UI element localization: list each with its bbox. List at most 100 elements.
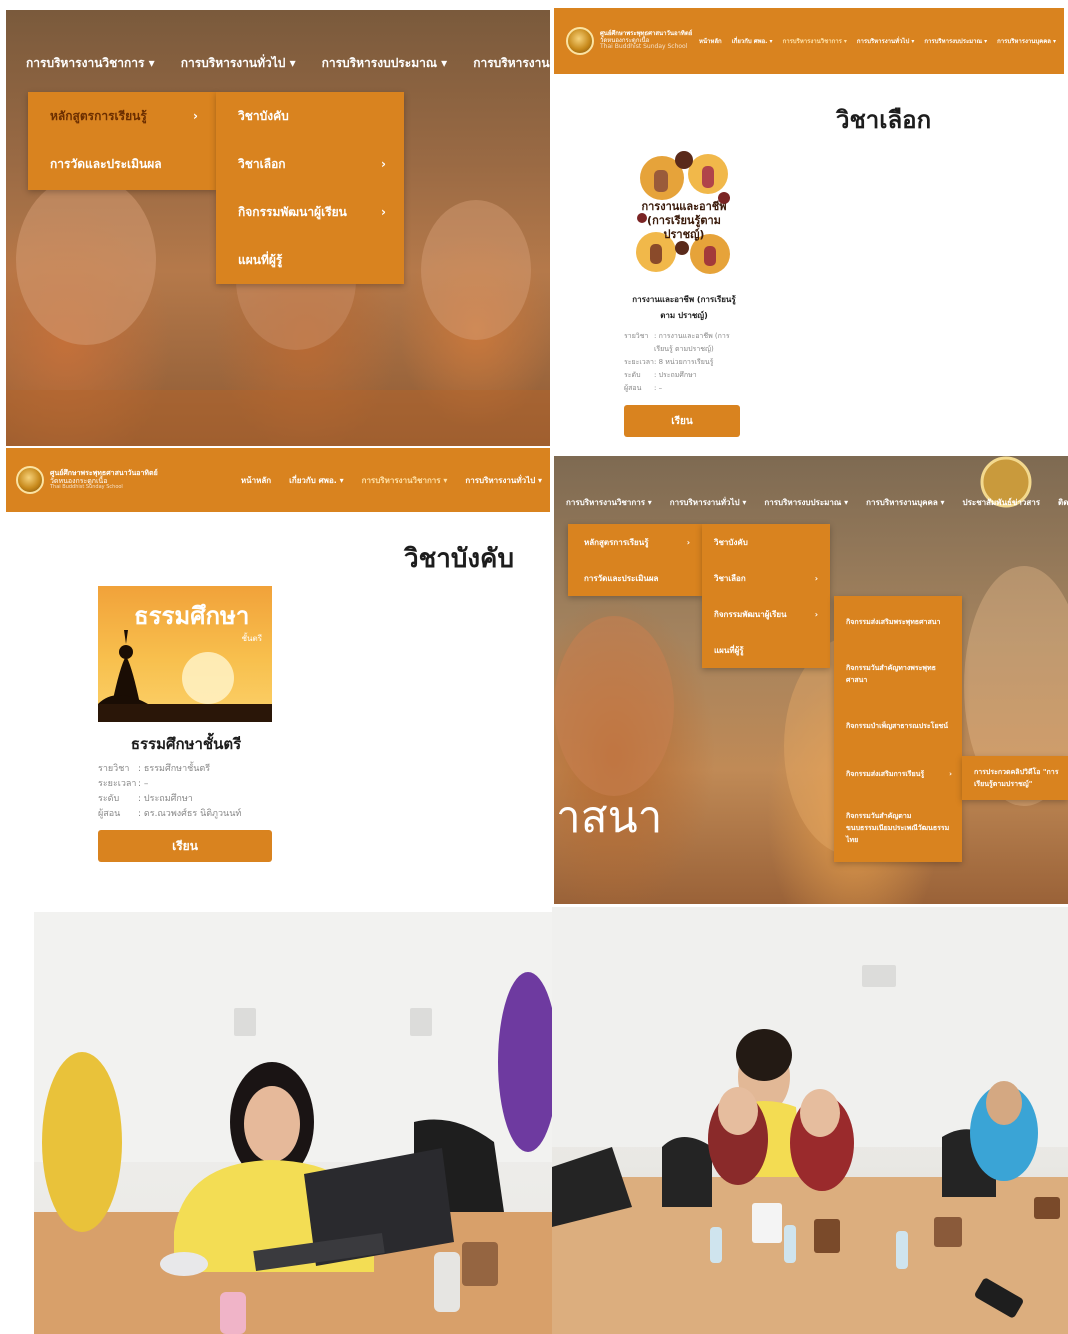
- compulsory-course-page: ศูนย์ศึกษาพระพุทธศาสนาวันอาทิตย์ วัดหนอง…: [6, 448, 550, 903]
- learn-button[interactable]: เรียน: [624, 405, 740, 437]
- menu-item-elective[interactable]: วิชาเลือก ›: [216, 140, 404, 188]
- meta-value: : –: [654, 384, 663, 392]
- meta-key: ผู้สอน: [98, 809, 121, 819]
- menu-item-curriculum[interactable]: หลักสูตรการเรียนรู้ ›: [28, 92, 216, 140]
- chevron-right-icon: ›: [686, 537, 690, 547]
- menu-item-label: วิชาเลือก: [238, 156, 286, 171]
- menu-screenshot-activities: าสนา การบริหารงานวิชาการ ▾ การบริหารงานท…: [554, 456, 1068, 904]
- menu-item-label: กิจกรรมพัฒนาผู้เรียน: [238, 204, 347, 219]
- menu-item-label: หลักสูตรการเรียนรู้: [584, 537, 649, 547]
- brand-tagline: Thai Buddhist Sunday School: [600, 43, 688, 51]
- meta-value: : ธรรมศึกษาชั้นตรี: [138, 764, 211, 774]
- menu-item-label: การวัดและประเมินผล: [584, 573, 659, 583]
- menu-item-label: หลักสูตรการเรียนรู้: [50, 108, 147, 123]
- nav-contact[interactable]: ติดต่อเรา: [1058, 496, 1068, 509]
- course-card: ธรรมศึกษา ชั้นตรี ธรรมศึกษาชั้นตรี รายวิ…: [98, 586, 274, 862]
- menu-item-label: แผนที่ผู้รู้: [714, 645, 744, 655]
- menu-item-label: กิจกรรมส่งเสริมพระพุทธศาสนา: [846, 618, 941, 626]
- menu-item-evaluation[interactable]: การวัดและประเมินผล: [568, 560, 702, 596]
- dropdown-level-2: วิชาบังคับ วิชาเลือก › กิจกรรมพัฒนาผู้เร…: [216, 92, 404, 284]
- nav-general[interactable]: การบริหารงานทั่วไป ▾: [465, 474, 542, 487]
- menu-item-label: แผนที่ผู้รู้: [238, 252, 283, 267]
- learn-button[interactable]: เรียน: [98, 830, 272, 862]
- group-meeting-photo: [552, 907, 1068, 1334]
- top-navigation: การบริหารงานวิชาการ ▾ การบริหารงานทั่วไป…: [566, 496, 1068, 509]
- meta-subject: รายวิชา : ธรรมศึกษาชั้นตรี: [98, 762, 274, 777]
- course-meta: รายวิชา : การงานและอาชีพ (การเรียนรู้ ตา…: [624, 330, 744, 395]
- dropdown-level-1: หลักสูตรการเรียนรู้ › การวัดและประเมินผล: [568, 524, 702, 596]
- top-navigation: การบริหารงานวิชาการ ▾ การบริหารงานทั่วไป…: [26, 54, 550, 73]
- meta-key: ผู้สอน: [624, 384, 642, 392]
- site-brand: ศูนย์ศึกษาพระพุทธศาสนาวันอาทิตย์ วัดหนอง…: [50, 469, 158, 491]
- chevron-right-icon: ›: [193, 109, 198, 123]
- menu-item-compulsory[interactable]: วิชาบังคับ: [702, 524, 830, 560]
- menu-item-elective[interactable]: วิชาเลือก ›: [702, 560, 830, 596]
- menu-item-label: กิจกรรมส่งเสริมการเรียนรู้: [846, 770, 925, 778]
- nav-academic[interactable]: การบริหารงานวิชาการ ▾: [362, 474, 448, 487]
- nav-about[interactable]: เกี่ยวกับ ศพอ. ▾: [732, 36, 773, 46]
- meta-key: ระยะเวลา: [98, 779, 137, 789]
- meta-key: ระดับ: [624, 371, 641, 379]
- nav-general[interactable]: การบริหารงานทั่วไป ▾: [857, 36, 914, 46]
- meta-value: : ประถมศึกษา: [654, 371, 697, 379]
- page-title: วิชาบังคับ: [404, 544, 514, 574]
- menu-item-activities[interactable]: กิจกรรมพัฒนาผู้เรียน ›: [216, 188, 404, 236]
- elective-course-page: ศูนย์ศึกษาพระพุทธศาสนาวันอาทิตย์ วัดหนอง…: [554, 8, 1064, 448]
- meta-level: ระดับ : ประถมศึกษา: [624, 369, 744, 382]
- menu-item-public-service[interactable]: กิจกรรมบำเพ็ญสาธารณประโยชน์: [834, 700, 962, 752]
- menu-item-promote-learning[interactable]: กิจกรรมส่งเสริมการเรียนรู้ ›: [834, 752, 962, 796]
- meta-key: รายวิชา: [624, 332, 649, 340]
- menu-item-compulsory[interactable]: วิชาบังคับ: [216, 92, 404, 140]
- menu-item-label: กิจกรรมวันสำคัญทางพระพุทธศาสนา: [846, 664, 936, 684]
- chevron-right-icon: ›: [814, 609, 818, 619]
- dropdown-level-2: วิชาบังคับ วิชาเลือก › กิจกรรมพัฒนาผู้เร…: [702, 524, 830, 668]
- meta-value: : การงานและอาชีพ (การเรียนรู้ ตามปราชญ์): [654, 332, 730, 353]
- nav-home[interactable]: หน้าหลัก: [241, 474, 271, 487]
- menu-item-curriculum[interactable]: หลักสูตรการเรียนรู้ ›: [568, 524, 702, 560]
- woman-with-laptop-photo: [34, 912, 552, 1334]
- nav-about[interactable]: เกี่ยวกับ ศพอ. ▾: [289, 474, 343, 487]
- nav-personnel[interactable]: การบริหารงานบุคคล ▾: [866, 496, 944, 509]
- menu-item-label: วิชาเลือก: [714, 573, 746, 583]
- menu-item-promote-buddhism[interactable]: กิจกรรมส่งเสริมพระพุทธศาสนา: [834, 596, 962, 648]
- course-name: การงานและอาชีพ (การเรียนรู้ตาม ปราชญ์): [632, 295, 736, 320]
- nav-news[interactable]: ประชาสัมพันธ์ข่าวสาร: [963, 496, 1041, 509]
- dropdown-level-4: การประกวดคลิปวิดีโอ "การเรียนรู้ตามปราชญ…: [962, 756, 1068, 800]
- course-cover-image[interactable]: ธรรมศึกษา ชั้นตรี: [98, 586, 272, 722]
- dropdown-level-3: กิจกรรมส่งเสริมพระพุทธศาสนา กิจกรรมวันสำ…: [834, 596, 962, 862]
- cover-subtitle: ชั้นตรี: [241, 634, 262, 643]
- course-cover-image[interactable]: การงานและอาชีพ (การเรียนรู้ตามปราชญ์): [632, 148, 736, 278]
- menu-item-activities[interactable]: กิจกรรมพัฒนาผู้เรียน ›: [702, 596, 830, 632]
- nav-general[interactable]: การบริหารงานทั่วไป ▾: [670, 496, 747, 509]
- nav-home[interactable]: หน้าหลัก: [699, 36, 722, 46]
- meta-instructor: ผู้สอน : –: [624, 382, 744, 395]
- nav-budget[interactable]: การบริหารงบประมาณ ▾: [924, 36, 987, 46]
- menu-item-thai-tradition-days[interactable]: กิจกรรมวันสำคัญตามขนบธรรมเนียมประเพณีวัฒ…: [834, 796, 962, 860]
- nav-general[interactable]: การบริหารงานทั่วไป ▾: [181, 54, 296, 73]
- nav-personnel[interactable]: การบริหารงานบุคคล ▾: [997, 36, 1056, 46]
- nav-personnel[interactable]: การบริหารงานบุคคล ▾: [473, 54, 550, 73]
- nav-budget[interactable]: การบริหารงบประมาณ ▾: [322, 54, 448, 73]
- menu-item-video-contest[interactable]: การประกวดคลิปวิดีโอ "การเรียนรู้ตามปราชญ…: [962, 756, 1068, 800]
- hero-background-text: าสนา: [556, 792, 663, 843]
- meta-duration: ระยะเวลา : –: [98, 777, 274, 792]
- menu-item-label: กิจกรรมวันสำคัญตามขนบธรรมเนียมประเพณีวัฒ…: [846, 812, 950, 844]
- cover-title: ธรรมศึกษา: [134, 602, 250, 630]
- menu-item-knowledge-map[interactable]: แผนที่ผู้รู้: [216, 236, 404, 284]
- chevron-right-icon: ›: [381, 205, 386, 219]
- nav-academic[interactable]: การบริหารงานวิชาการ ▾: [566, 496, 652, 509]
- menu-item-label: กิจกรรมบำเพ็ญสาธารณประโยชน์: [846, 722, 949, 730]
- menu-item-knowledge-map[interactable]: แผนที่ผู้รู้: [702, 632, 830, 668]
- nav-budget[interactable]: การบริหารงบประมาณ ▾: [764, 496, 848, 509]
- header-navigation: หน้าหลัก เกี่ยวกับ ศพอ. ▾ การบริหารงานวิ…: [699, 36, 1056, 46]
- course-meta: รายวิชา : ธรรมศึกษาชั้นตรี ระยะเวลา : – …: [98, 762, 274, 822]
- page-title: วิชาเลือก: [836, 106, 932, 134]
- nav-academic[interactable]: การบริหารงานวิชาการ ▾: [26, 54, 155, 73]
- menu-item-label: กิจกรรมพัฒนาผู้เรียน: [714, 609, 787, 619]
- meta-subject: รายวิชา : การงานและอาชีพ (การเรียนรู้ ตา…: [624, 330, 744, 356]
- menu-item-evaluation[interactable]: การวัดและประเมินผล: [28, 140, 216, 188]
- meeting-photo-laptop: [34, 912, 552, 1334]
- menu-item-buddhist-days[interactable]: กิจกรรมวันสำคัญทางพระพุทธศาสนา: [834, 648, 962, 700]
- nav-academic[interactable]: การบริหารงานวิชาการ ▾: [783, 36, 847, 46]
- meta-instructor: ผู้สอน : ดร.ณวพงศ์ธร นิติภูวนนท์: [98, 807, 274, 822]
